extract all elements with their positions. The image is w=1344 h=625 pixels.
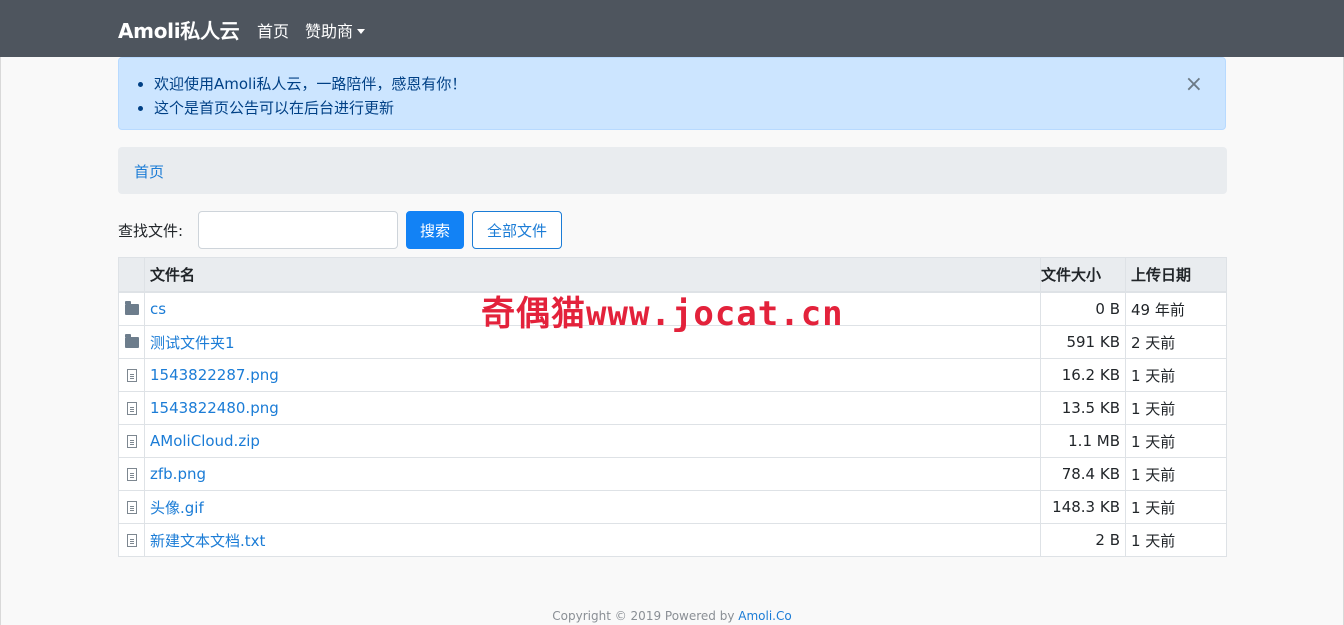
table-row[interactable]: 1543822480.png 13.5 KB 1 天前 [118,391,1227,425]
row-name-cell: AMoliCloud.zip [144,424,1041,458]
file-size: 0 B [1040,291,1126,326]
file-icon [126,468,137,481]
table-row[interactable]: 1543822287.png 16.2 KB 1 天前 [118,358,1227,392]
window-border-left [0,0,1,625]
file-size: 2 B [1040,523,1126,557]
announcement-list: 欢迎使用Amoli私人云，一路陪伴，感恩有你！ 这个是首页公告可以在后台进行更新 [154,72,466,120]
upload-date: 1 天前 [1125,391,1227,425]
row-icon-cell [118,490,145,524]
file-name-link[interactable]: 头像.gif [150,499,204,517]
header-upload-date[interactable]: 上传日期 [1125,257,1227,293]
file-size: 78.4 KB [1040,457,1126,491]
upload-date: 2 天前 [1125,325,1227,359]
search-label: 查找文件: [118,222,184,240]
all-files-button[interactable]: 全部文件 [472,211,562,249]
file-size: 591 KB [1040,325,1126,359]
file-name-link[interactable]: cs [150,300,166,318]
table-row[interactable]: zfb.png 78.4 KB 1 天前 [118,457,1227,491]
upload-date: 1 天前 [1125,424,1227,458]
file-name-link[interactable]: 测试文件夹1 [150,334,235,352]
footer-link[interactable]: Amoli.Co [738,609,791,623]
row-name-cell: zfb.png [144,457,1041,491]
watermark-overlay: 奇偶猫www.jocat.cn [481,294,844,334]
upload-date: 49 年前 [1125,291,1227,326]
close-icon[interactable]: × [1185,74,1203,96]
table-row[interactable]: 新建文本文档.txt 2 B 1 天前 [118,523,1227,557]
upload-date: 1 天前 [1125,490,1227,524]
file-size: 148.3 KB [1040,490,1126,524]
nav-sponsor-label: 赞助商 [305,22,354,41]
file-icon [126,534,137,547]
row-icon-cell [118,291,145,326]
folder-icon [124,334,139,348]
row-name-cell: 新建文本文档.txt [144,523,1041,557]
file-name-link[interactable]: 1543822480.png [150,399,279,417]
caret-down-icon [357,29,366,34]
row-icon-cell [118,358,145,392]
header-icon-cell [118,257,145,293]
breadcrumb: 首页 [118,147,1227,194]
footer-copyright: Copyright © 2019 Powered by [552,609,739,623]
row-name-cell: 1543822287.png [144,358,1041,392]
announcement-alert: 欢迎使用Amoli私人云，一路陪伴，感恩有你！ 这个是首页公告可以在后台进行更新… [118,57,1226,130]
file-name-link[interactable]: 新建文本文档.txt [150,532,265,550]
nav-home-link[interactable]: 首页 [257,18,289,42]
header-filesize[interactable]: 文件大小 [1040,257,1126,293]
file-name-link[interactable]: zfb.png [150,465,206,483]
table-row[interactable]: AMoliCloud.zip 1.1 MB 1 天前 [118,424,1227,458]
file-size: 1.1 MB [1040,424,1126,458]
row-icon-cell [118,391,145,425]
navbar: Amoli私人云 首页 赞助商 [0,0,1344,57]
file-name-link[interactable]: 1543822287.png [150,366,279,384]
table-row[interactable]: 头像.gif 148.3 KB 1 天前 [118,490,1227,524]
file-icon [126,435,137,448]
search-input[interactable] [198,211,398,249]
file-icon [126,402,137,415]
folder-icon [124,301,139,315]
nav-sponsor-dropdown[interactable]: 赞助商 [305,18,366,42]
upload-date: 1 天前 [1125,457,1227,491]
breadcrumb-home-link[interactable]: 首页 [134,161,164,182]
upload-date: 1 天前 [1125,358,1227,392]
file-icon [126,501,137,514]
row-name-cell: 1543822480.png [144,391,1041,425]
announcement-item: 这个是首页公告可以在后台进行更新 [154,96,466,120]
file-size: 13.5 KB [1040,391,1126,425]
file-name-link[interactable]: AMoliCloud.zip [150,432,260,450]
file-size: 16.2 KB [1040,358,1126,392]
announcement-item: 欢迎使用Amoli私人云，一路陪伴，感恩有你！ [154,72,466,96]
footer: Copyright © 2019 Powered by Amoli.Co [0,609,1344,623]
row-icon-cell [118,457,145,491]
row-name-cell: 头像.gif [144,490,1041,524]
row-icon-cell [118,325,145,359]
file-icon [126,369,137,382]
upload-date: 1 天前 [1125,523,1227,557]
row-icon-cell [118,424,145,458]
search-button[interactable]: 搜索 [406,211,464,249]
row-icon-cell [118,523,145,557]
brand-logo[interactable]: Amoli私人云 [118,15,240,44]
